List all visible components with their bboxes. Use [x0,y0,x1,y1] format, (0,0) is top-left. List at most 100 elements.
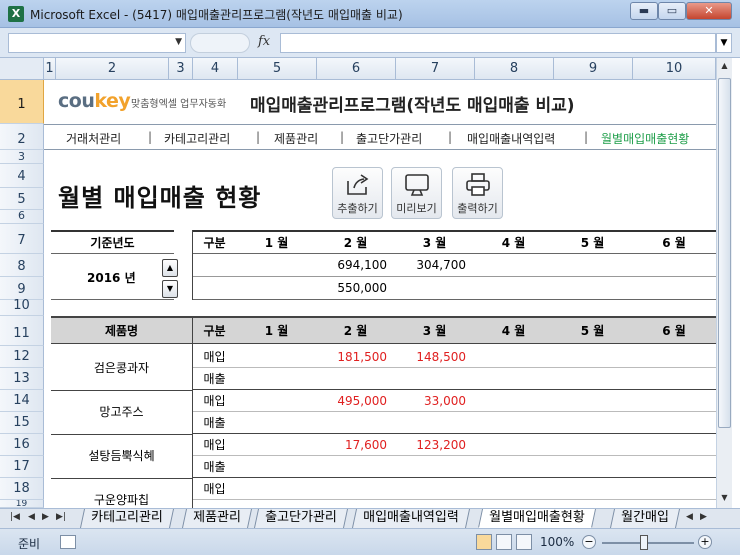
table-cell[interactable] [237,390,308,411]
sheet-tab[interactable]: 월간매입 [609,509,681,528]
normal-view-icon[interactable] [476,534,492,550]
maximize-button[interactable]: ▭ [658,2,686,20]
summary-cell[interactable] [553,277,624,299]
table-cell[interactable] [632,346,708,367]
table-cell[interactable]: 148,500 [395,346,466,367]
table-cell[interactable] [632,434,708,455]
row-header[interactable]: 14 [0,390,44,412]
table-cell[interactable] [237,456,308,477]
preview-button[interactable]: 미리보기 [391,167,442,219]
summary-cell[interactable] [632,277,708,299]
zoom-slider-track[interactable] [602,542,694,544]
row-header[interactable]: 6 [0,210,44,224]
summary-cell[interactable]: 694,100 [316,254,387,276]
nav-item-entry[interactable]: 매입매출내역입력 [467,130,555,147]
vertical-scrollbar[interactable]: ▲ ▼ [716,58,732,508]
table-cell[interactable]: 495,000 [316,390,387,411]
table-cell[interactable] [553,390,624,411]
table-cell[interactable] [632,456,708,477]
nav-item-unit-prices[interactable]: 출고단가관리 [356,130,422,147]
scroll-thumb[interactable] [718,78,731,428]
row-header[interactable]: 12 [0,346,44,368]
row-header[interactable]: 18 [0,478,44,500]
product-name[interactable]: 망고주스 [51,390,192,434]
nav-item-monthly-status[interactable]: 월별매입매출현황 [601,130,689,147]
macro-record-icon[interactable] [60,535,76,549]
summary-cell[interactable] [632,254,708,276]
table-cell[interactable] [316,412,387,433]
row-header[interactable]: 3 [0,150,44,164]
scroll-down-icon[interactable]: ▼ [717,490,732,506]
sheet-tab-active[interactable]: 월별매입매출현황 [477,509,596,528]
column-header[interactable]: 3 [169,58,193,80]
row-header[interactable]: 15 [0,412,44,434]
sheet-tab[interactable]: 카테고리관리 [79,509,174,528]
product-name[interactable]: 구운양파칩 [51,478,192,508]
table-cell[interactable]: 33,000 [395,390,466,411]
table-cell[interactable] [237,434,308,455]
summary-cell[interactable]: 550,000 [316,277,387,299]
page-layout-view-icon[interactable] [496,534,512,550]
summary-cell[interactable] [474,277,545,299]
table-cell[interactable] [316,368,387,389]
summary-cell[interactable] [237,277,308,299]
table-cell[interactable] [553,434,624,455]
column-header[interactable]: 9 [554,58,633,80]
zoom-level[interactable]: 100% [540,535,574,549]
column-header[interactable]: 6 [317,58,396,80]
zoom-out-button[interactable]: − [582,535,596,549]
sheet-tab[interactable]: 제품관리 [181,509,252,528]
formula-input[interactable] [280,33,716,53]
column-header[interactable]: 7 [396,58,475,80]
summary-cell[interactable] [553,254,624,276]
table-cell[interactable] [237,346,308,367]
row-header[interactable]: 1 [0,80,44,124]
summary-cell[interactable] [395,277,466,299]
product-name[interactable]: 설탕듬뿍식혜 [51,434,192,478]
worksheet[interactable]: coukey 맞춤형엑셀 업무자동화 매입매출관리프로그램(작년도 매입매출 비… [44,80,716,508]
table-cell[interactable] [474,390,545,411]
table-cell[interactable] [474,456,545,477]
table-cell[interactable] [474,368,545,389]
row-header[interactable]: 17 [0,456,44,478]
function-icon[interactable]: fx [258,34,270,49]
column-header[interactable]: 1 [44,58,56,80]
table-cell[interactable] [237,368,308,389]
table-cell[interactable]: 123,200 [395,434,466,455]
column-header[interactable]: 5 [238,58,317,80]
tab-scroll-right-icon[interactable]: ▶ [700,512,707,522]
column-header[interactable]: 8 [475,58,554,80]
table-cell[interactable]: 181,500 [316,346,387,367]
close-button[interactable]: ✕ [686,2,732,20]
select-all-corner[interactable] [0,58,44,80]
nav-item-clients[interactable]: 거래처관리 [66,130,121,147]
nav-item-categories[interactable]: 카테고리관리 [164,130,230,147]
page-break-view-icon[interactable] [516,534,532,550]
table-cell[interactable] [395,412,466,433]
tab-scroll-left-icon[interactable]: ◀ [686,512,693,522]
row-header[interactable]: 7 [0,224,44,254]
sheet-tab[interactable]: 출고단가관리 [253,509,348,528]
table-cell[interactable] [632,412,708,433]
summary-cell[interactable] [192,254,237,276]
table-cell[interactable] [395,456,466,477]
table-cell[interactable] [237,412,308,433]
chevron-down-icon[interactable]: ▼ [175,37,182,47]
row-header[interactable]: 9 [0,277,44,300]
row-header[interactable]: 8 [0,254,44,277]
table-cell[interactable] [395,368,466,389]
column-header[interactable]: 2 [56,58,169,80]
expand-formula-icon[interactable]: ▼ [716,33,732,53]
row-header[interactable]: 16 [0,434,44,456]
product-name[interactable]: 검은콩과자 [51,346,192,390]
summary-cell[interactable] [474,254,545,276]
sheet-tab[interactable]: 매입매출내역입력 [351,509,470,528]
print-button[interactable]: 출력하기 [452,167,503,219]
table-cell[interactable] [474,346,545,367]
name-box[interactable]: ▼ [8,33,186,53]
row-header[interactable]: 4 [0,164,44,188]
table-cell[interactable] [632,368,708,389]
zoom-slider-knob[interactable] [640,535,648,550]
table-cell[interactable] [632,390,708,411]
table-cell[interactable] [553,456,624,477]
